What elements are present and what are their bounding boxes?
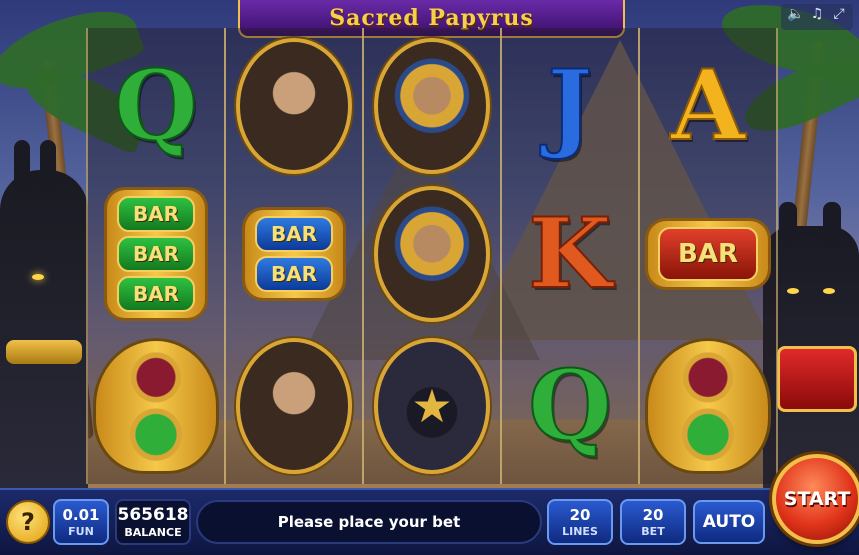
letter-k: K [527,197,612,310]
pharaoh-portrait [374,38,490,174]
symbol-bar-single: BAR [640,180,776,328]
anubis-collar [6,340,82,364]
reel-1: Q BAR BAR BAR [86,28,226,484]
anubis-icon: ★ [374,338,490,474]
cat-ear [823,202,841,242]
auto-label: AUTO [702,512,756,532]
fullscreen-icon[interactable]: ⤢ [831,6,847,28]
symbol-k: K [502,180,638,328]
symbol-bar-triple: BAR BAR BAR [88,180,224,328]
bet-button[interactable]: 20 BET [620,499,686,545]
auto-button[interactable]: AUTO [693,500,765,544]
speaker-icon[interactable]: 🔈 [787,6,804,28]
status-message: Please place your bet [196,500,542,544]
balance-label: BALANCE [124,526,182,539]
top-right-controls: 🔈 ♫ ⤢ [781,4,853,30]
denomination-button[interactable]: 0.01 FUN [53,499,109,545]
symbol-cleopatra [226,32,362,180]
bet-label: BET [641,525,665,538]
symbol-j: J [502,32,638,180]
symbol-bar-double: BAR BAR [226,180,362,328]
anubis-ear [14,140,30,190]
reel-5: A BAR [638,28,778,484]
scarab-icon [96,341,216,471]
start-label: START [783,488,851,510]
music-icon[interactable]: ♫ [809,6,825,28]
cat-eye [823,288,835,294]
reel-4: J K Q [500,28,640,484]
reel-3: ★ [362,28,502,484]
anubis-statue [0,140,88,500]
anubis-glowing-eye [32,274,44,280]
letter-q: Q [113,49,199,162]
symbol-q: Q [88,32,224,180]
start-button[interactable]: START [772,454,859,544]
bar-stack-blue: BAR BAR [244,210,344,298]
lines-label: LINES [562,525,598,538]
symbol-q: Q [502,332,638,480]
lines-value: 20 [569,506,591,524]
letter-q: Q [527,349,613,462]
symbol-pharaoh [364,32,500,180]
pharaoh-portrait [374,186,490,322]
balance-display: 565618 BALANCE [115,499,191,545]
bar-stack-green: BAR BAR BAR [106,190,206,318]
letter-j: J [546,49,593,162]
bar-label: BAR [254,256,334,292]
cleopatra-portrait [236,38,352,174]
cat-red-collar [777,346,857,412]
symbol-a: A [640,32,776,180]
question-icon: ? [21,508,35,536]
bar-label: BAR [116,236,196,272]
bar-label: BAR [658,227,758,281]
cleopatra-portrait [236,338,352,474]
reel-area: Q BAR BAR BAR BAR BAR ★ J K Q A BAR [86,28,778,484]
bar-label: BAR [116,196,196,232]
symbol-cleopatra [226,332,362,480]
lines-button[interactable]: 20 LINES [547,499,613,545]
reel-2: BAR BAR [224,28,364,484]
balance-value: 565618 [117,505,189,525]
symbol-scarab [640,332,776,480]
denomination-value: 0.01 [62,506,100,524]
symbol-pharaoh [364,180,500,328]
anubis-ear [40,140,56,190]
bar-stack-red: BAR [648,221,768,287]
cat-eye [787,288,799,294]
symbol-scarab [88,332,224,480]
bet-value: 20 [642,506,664,524]
cat-ear [779,202,797,242]
status-message-text: Please place your bet [277,513,461,531]
bar-label: BAR [254,216,334,252]
help-button[interactable]: ? [6,500,50,544]
symbol-anubis: ★ [364,332,500,480]
letter-a: A [670,49,746,162]
denomination-label: FUN [68,525,94,538]
scarab-icon [648,341,768,471]
bar-label: BAR [116,276,196,312]
